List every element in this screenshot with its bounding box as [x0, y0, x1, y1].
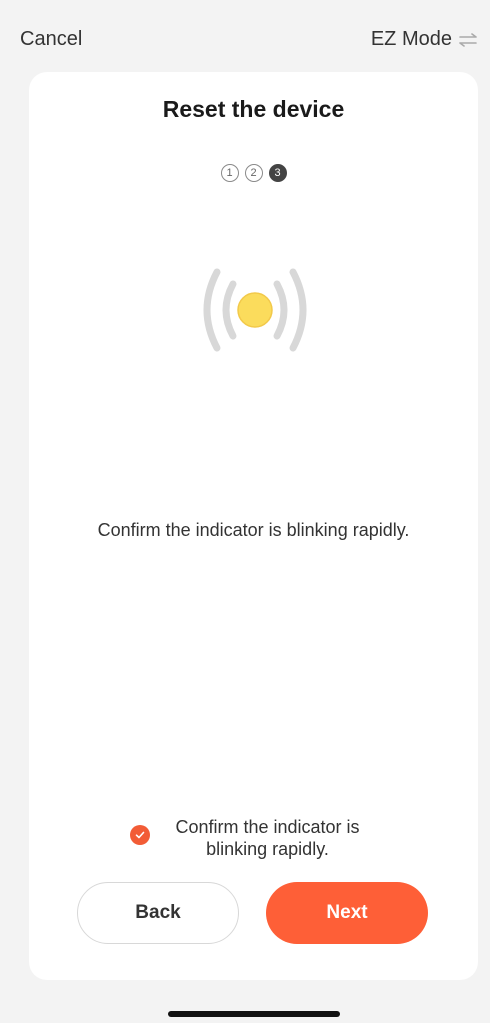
mode-label: EZ Mode: [370, 28, 452, 50]
swap-arrows-icon: [459, 32, 477, 47]
step-3-current: 3: [268, 164, 287, 182]
confirm-checkbox[interactable]: [129, 825, 150, 845]
confirm-checkbox-row[interactable]: Confirm the indicator is blinking rapidl…: [29, 816, 478, 860]
step-2: 2: [244, 164, 263, 182]
reset-device-card: Reset the device 1 2 3 Confirm the indic…: [29, 72, 478, 980]
blinking-light-icon: [203, 268, 307, 352]
top-bar: Cancel EZ Mode: [0, 0, 490, 80]
next-button[interactable]: Next: [266, 882, 428, 944]
step-1: 1: [220, 164, 239, 182]
back-button[interactable]: Back: [77, 882, 239, 944]
confirm-label: Confirm the indicator is blinking rapidl…: [175, 817, 360, 859]
checkmark-icon: [135, 831, 144, 839]
page-title: Reset the device: [162, 96, 345, 122]
step-indicator: 1 2 3: [29, 164, 478, 182]
cancel-button[interactable]: Cancel: [20, 28, 82, 51]
instruction-text: Confirm the indicator is blinking rapidl…: [97, 520, 410, 540]
ez-mode-switch[interactable]: EZ Mode: [371, 28, 478, 51]
home-indicator[interactable]: [168, 1011, 340, 1017]
